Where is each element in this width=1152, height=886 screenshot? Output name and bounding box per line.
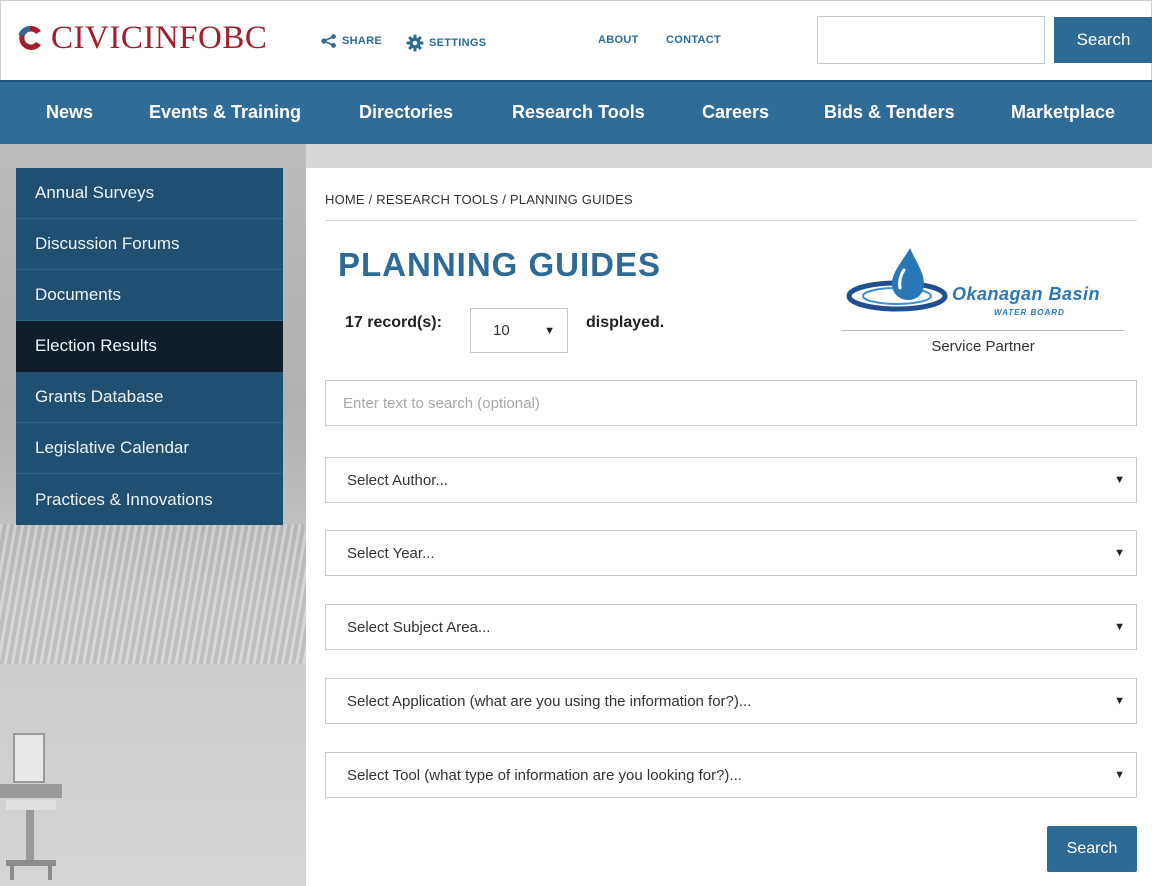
water-drop-logo-icon	[846, 248, 948, 312]
header-search-button[interactable]: Search	[1054, 17, 1152, 63]
sidebar-item-annual-surveys[interactable]: Annual Surveys	[16, 168, 283, 219]
settings-label: SETTINGS	[429, 37, 487, 49]
chair-illustration	[0, 733, 62, 880]
author-select-value: Select Author...	[347, 471, 448, 489]
partner-subname: WATER BOARD	[994, 308, 1065, 317]
settings-link[interactable]: SETTINGS	[406, 34, 486, 52]
sidebar-item-discussion-forums[interactable]: Discussion Forums	[16, 219, 283, 270]
background-texture	[0, 524, 306, 664]
records-count-label: 17 record(s):	[345, 314, 442, 331]
records-per-page-select[interactable]: 10 ▼	[470, 308, 568, 353]
main-nav: News Events & Training Directories Resea…	[0, 80, 1152, 144]
nav-marketplace[interactable]: Marketplace	[1011, 102, 1115, 123]
nav-news[interactable]: News	[46, 102, 93, 123]
header-search-input[interactable]	[817, 16, 1045, 64]
sidebar-item-documents[interactable]: Documents	[16, 270, 283, 321]
displayed-label: displayed.	[586, 314, 665, 331]
nav-directories[interactable]: Directories	[359, 102, 453, 123]
chevron-down-icon: ▼	[1114, 695, 1125, 707]
share-icon	[321, 34, 336, 48]
partner-name: Okanagan Basin	[952, 284, 1101, 304]
logo-c-icon	[18, 25, 41, 50]
year-select-value: Select Year...	[347, 544, 435, 562]
share-link[interactable]: SHARE	[321, 34, 382, 48]
chevron-down-icon: ▼	[1114, 621, 1125, 633]
logo-text: CIVICINFOBC	[51, 20, 268, 56]
sidebar-item-grants-database[interactable]: Grants Database	[16, 372, 283, 423]
share-label: SHARE	[342, 35, 383, 47]
year-select[interactable]: Select Year... ▼	[325, 530, 1137, 576]
application-select[interactable]: Select Application (what are you using t…	[325, 678, 1137, 724]
sidebar-item-election-results[interactable]: Election Results	[16, 321, 283, 372]
main-content: HOME / RESEARCH TOOLS / PLANNING GUIDES …	[306, 168, 1152, 886]
site-logo[interactable]: CIVICINFOBC	[15, 20, 268, 56]
subject-area-select[interactable]: Select Subject Area... ▼	[325, 604, 1137, 650]
sidebar-menu: Annual Surveys Discussion Forums Documen…	[16, 168, 283, 525]
subject-area-select-value: Select Subject Area...	[347, 618, 491, 636]
chevron-down-icon: ▼	[1114, 547, 1125, 559]
keyword-search-input[interactable]: Enter text to search (optional)	[325, 380, 1137, 426]
sidebar-item-legislative-calendar[interactable]: Legislative Calendar	[16, 423, 283, 474]
application-select-value: Select Application (what are you using t…	[347, 692, 752, 710]
chevron-down-icon: ▼	[544, 325, 555, 337]
gear-icon	[406, 34, 424, 52]
tool-select-value: Select Tool (what type of information ar…	[347, 766, 742, 784]
search-submit-button[interactable]: Search	[1047, 826, 1137, 872]
top-header: CIVICINFOBC SHARE SETTINGS ABOUT CONTACT…	[0, 0, 1152, 80]
nav-careers[interactable]: Careers	[702, 102, 769, 123]
service-partner-label: Service Partner	[931, 338, 1035, 355]
nav-research-tools[interactable]: Research Tools	[512, 102, 645, 123]
service-partner[interactable]: Okanagan Basin WATER BOARD Service Partn…	[842, 244, 1124, 356]
nav-bids-tenders[interactable]: Bids & Tenders	[824, 102, 955, 123]
contact-link[interactable]: CONTACT	[666, 34, 721, 46]
page-title: PLANNING GUIDES	[338, 246, 662, 283]
nav-events-training[interactable]: Events & Training	[149, 102, 301, 123]
chevron-down-icon: ▼	[1114, 769, 1125, 781]
tool-select[interactable]: Select Tool (what type of information ar…	[325, 752, 1137, 798]
sidebar-item-practices-innovations[interactable]: Practices & Innovations	[16, 474, 283, 525]
breadcrumb-divider	[325, 220, 1137, 221]
records-per-page-value: 10	[493, 322, 510, 339]
partner-divider	[842, 330, 1124, 331]
chevron-down-icon: ▼	[1114, 474, 1125, 486]
about-link[interactable]: ABOUT	[598, 34, 639, 46]
author-select[interactable]: Select Author... ▼	[325, 457, 1137, 503]
breadcrumb[interactable]: HOME / RESEARCH TOOLS / PLANNING GUIDES	[325, 192, 633, 207]
